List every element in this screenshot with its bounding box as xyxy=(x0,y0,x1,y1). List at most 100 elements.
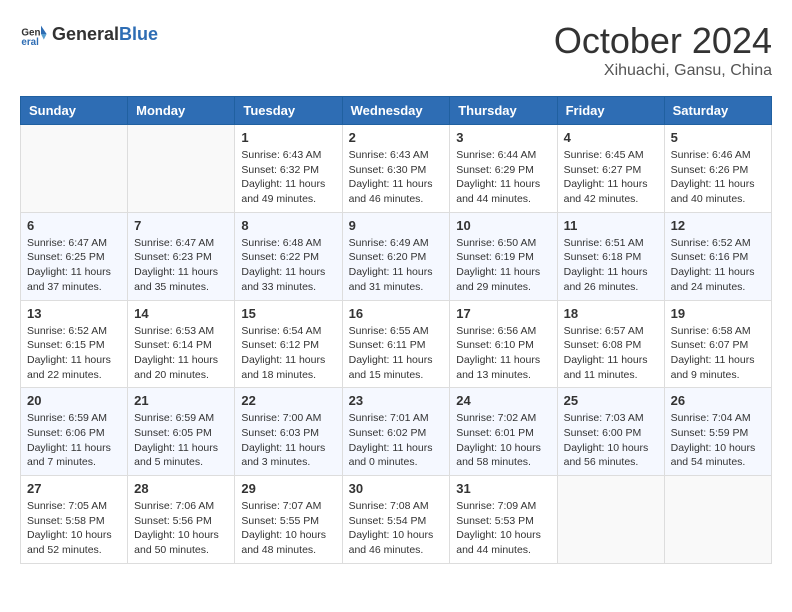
calendar-day-cell: 4 Sunrise: 6:45 AM Sunset: 6:27 PM Daylig… xyxy=(557,125,664,213)
calendar-week-row: 1 Sunrise: 6:43 AM Sunset: 6:32 PM Daylig… xyxy=(21,125,772,213)
day-number: 26 xyxy=(671,393,765,408)
day-number: 2 xyxy=(349,130,444,145)
calendar-day-cell: 28 Sunrise: 7:06 AM Sunset: 5:56 PM Dayli… xyxy=(128,476,235,564)
day-info: Sunrise: 7:02 AM Sunset: 6:01 PM Dayligh… xyxy=(456,411,550,470)
calendar-day-cell: 18 Sunrise: 6:57 AM Sunset: 6:08 PM Dayli… xyxy=(557,300,664,388)
day-info: Sunrise: 6:57 AM Sunset: 6:08 PM Dayligh… xyxy=(564,324,658,383)
day-info: Sunrise: 7:01 AM Sunset: 6:02 PM Dayligh… xyxy=(349,411,444,470)
logo-icon: Gen eral xyxy=(20,20,48,48)
calendar-day-cell: 12 Sunrise: 6:52 AM Sunset: 6:16 PM Dayli… xyxy=(664,212,771,300)
calendar-day-cell: 13Sunrise: 6:52 AM Sunset: 6:15 PM Dayli… xyxy=(21,300,128,388)
calendar-day-cell: 16 Sunrise: 6:55 AM Sunset: 6:11 PM Dayli… xyxy=(342,300,450,388)
day-info: Sunrise: 6:52 AM Sunset: 6:16 PM Dayligh… xyxy=(671,236,765,295)
calendar-week-row: 27 Sunrise: 7:05 AM Sunset: 5:58 PM Dayli… xyxy=(21,476,772,564)
logo-blue: Blue xyxy=(119,24,158,44)
day-info: Sunrise: 7:08 AM Sunset: 5:54 PM Dayligh… xyxy=(349,499,444,558)
day-number: 8 xyxy=(241,218,335,233)
calendar-day-cell: 22 Sunrise: 7:00 AM Sunset: 6:03 PM Dayli… xyxy=(235,388,342,476)
day-info: Sunrise: 6:48 AM Sunset: 6:22 PM Dayligh… xyxy=(241,236,335,295)
day-info: Sunrise: 6:49 AM Sunset: 6:20 PM Dayligh… xyxy=(349,236,444,295)
day-info: Sunrise: 6:52 AM Sunset: 6:15 PM Dayligh… xyxy=(27,324,121,383)
day-number: 22 xyxy=(241,393,335,408)
day-number: 14 xyxy=(134,306,228,321)
day-number: 6 xyxy=(27,218,121,233)
day-info: Sunrise: 6:50 AM Sunset: 6:19 PM Dayligh… xyxy=(456,236,550,295)
page-header: Gen eral GeneralBlue October 2024 Xihuac… xyxy=(20,20,772,80)
calendar-day-cell: 8 Sunrise: 6:48 AM Sunset: 6:22 PM Daylig… xyxy=(235,212,342,300)
day-number: 23 xyxy=(349,393,444,408)
day-number: 1 xyxy=(241,130,335,145)
calendar-day-cell: 6 Sunrise: 6:47 AM Sunset: 6:25 PM Daylig… xyxy=(21,212,128,300)
day-info: Sunrise: 6:53 AM Sunset: 6:14 PM Dayligh… xyxy=(134,324,228,383)
calendar-day-cell: 25Sunrise: 7:03 AM Sunset: 6:00 PM Dayli… xyxy=(557,388,664,476)
day-number: 28 xyxy=(134,481,228,496)
calendar-day-cell: 31Sunrise: 7:09 AM Sunset: 5:53 PM Dayli… xyxy=(450,476,557,564)
day-number: 7 xyxy=(134,218,228,233)
day-number: 11 xyxy=(564,218,658,233)
day-info: Sunrise: 7:04 AM Sunset: 5:59 PM Dayligh… xyxy=(671,411,765,470)
day-info: Sunrise: 6:44 AM Sunset: 6:29 PM Dayligh… xyxy=(456,148,550,207)
calendar-day-cell: 15 Sunrise: 6:54 AM Sunset: 6:12 PM Dayli… xyxy=(235,300,342,388)
day-number: 12 xyxy=(671,218,765,233)
header-monday: Monday xyxy=(128,97,235,125)
calendar-day-cell: 20Sunrise: 6:59 AM Sunset: 6:06 PM Dayli… xyxy=(21,388,128,476)
day-number: 3 xyxy=(456,130,550,145)
day-number: 31 xyxy=(456,481,550,496)
calendar-day-cell xyxy=(21,125,128,213)
day-number: 29 xyxy=(241,481,335,496)
day-info: Sunrise: 6:43 AM Sunset: 6:32 PM Dayligh… xyxy=(241,148,335,207)
day-number: 5 xyxy=(671,130,765,145)
calendar-day-cell xyxy=(557,476,664,564)
calendar-day-cell: 10 Sunrise: 6:50 AM Sunset: 6:19 PM Dayli… xyxy=(450,212,557,300)
location-title: Xihuachi, Gansu, China xyxy=(554,62,772,80)
day-info: Sunrise: 6:59 AM Sunset: 6:05 PM Dayligh… xyxy=(134,411,228,470)
calendar-day-cell: 29 Sunrise: 7:07 AM Sunset: 5:55 PM Dayli… xyxy=(235,476,342,564)
calendar-day-cell: 23 Sunrise: 7:01 AM Sunset: 6:02 PM Dayli… xyxy=(342,388,450,476)
calendar-day-cell: 7 Sunrise: 6:47 AM Sunset: 6:23 PM Daylig… xyxy=(128,212,235,300)
calendar-day-cell: 11Sunrise: 6:51 AM Sunset: 6:18 PM Dayli… xyxy=(557,212,664,300)
day-info: Sunrise: 6:54 AM Sunset: 6:12 PM Dayligh… xyxy=(241,324,335,383)
day-number: 4 xyxy=(564,130,658,145)
calendar-day-cell: 21 Sunrise: 6:59 AM Sunset: 6:05 PM Dayli… xyxy=(128,388,235,476)
calendar-day-cell: 30Sunrise: 7:08 AM Sunset: 5:54 PM Dayli… xyxy=(342,476,450,564)
day-number: 10 xyxy=(456,218,550,233)
day-number: 16 xyxy=(349,306,444,321)
title-area: October 2024 Xihuachi, Gansu, China xyxy=(554,20,772,80)
header-thursday: Thursday xyxy=(450,97,557,125)
day-info: Sunrise: 7:06 AM Sunset: 5:56 PM Dayligh… xyxy=(134,499,228,558)
calendar-day-cell: 5 Sunrise: 6:46 AM Sunset: 6:26 PM Daylig… xyxy=(664,125,771,213)
logo: Gen eral GeneralBlue xyxy=(20,20,158,48)
day-info: Sunrise: 6:45 AM Sunset: 6:27 PM Dayligh… xyxy=(564,148,658,207)
calendar-day-cell: 1 Sunrise: 6:43 AM Sunset: 6:32 PM Daylig… xyxy=(235,125,342,213)
calendar-day-cell xyxy=(128,125,235,213)
day-number: 19 xyxy=(671,306,765,321)
day-info: Sunrise: 6:55 AM Sunset: 6:11 PM Dayligh… xyxy=(349,324,444,383)
day-info: Sunrise: 6:56 AM Sunset: 6:10 PM Dayligh… xyxy=(456,324,550,383)
day-number: 15 xyxy=(241,306,335,321)
header-sunday: Sunday xyxy=(21,97,128,125)
day-info: Sunrise: 6:59 AM Sunset: 6:06 PM Dayligh… xyxy=(27,411,121,470)
day-info: Sunrise: 7:05 AM Sunset: 5:58 PM Dayligh… xyxy=(27,499,121,558)
day-number: 24 xyxy=(456,393,550,408)
calendar-day-cell xyxy=(664,476,771,564)
calendar-week-row: 13Sunrise: 6:52 AM Sunset: 6:15 PM Dayli… xyxy=(21,300,772,388)
header-tuesday: Tuesday xyxy=(235,97,342,125)
calendar-week-row: 20Sunrise: 6:59 AM Sunset: 6:06 PM Dayli… xyxy=(21,388,772,476)
day-number: 9 xyxy=(349,218,444,233)
calendar-week-row: 6 Sunrise: 6:47 AM Sunset: 6:25 PM Daylig… xyxy=(21,212,772,300)
calendar-day-cell: 26 Sunrise: 7:04 AM Sunset: 5:59 PM Dayli… xyxy=(664,388,771,476)
day-info: Sunrise: 6:47 AM Sunset: 6:23 PM Dayligh… xyxy=(134,236,228,295)
day-number: 18 xyxy=(564,306,658,321)
day-number: 27 xyxy=(27,481,121,496)
header-friday: Friday xyxy=(557,97,664,125)
day-info: Sunrise: 6:43 AM Sunset: 6:30 PM Dayligh… xyxy=(349,148,444,207)
day-number: 21 xyxy=(134,393,228,408)
header-wednesday: Wednesday xyxy=(342,97,450,125)
day-info: Sunrise: 6:46 AM Sunset: 6:26 PM Dayligh… xyxy=(671,148,765,207)
day-info: Sunrise: 6:47 AM Sunset: 6:25 PM Dayligh… xyxy=(27,236,121,295)
day-info: Sunrise: 7:07 AM Sunset: 5:55 PM Dayligh… xyxy=(241,499,335,558)
day-info: Sunrise: 6:58 AM Sunset: 6:07 PM Dayligh… xyxy=(671,324,765,383)
day-number: 25 xyxy=(564,393,658,408)
day-info: Sunrise: 7:00 AM Sunset: 6:03 PM Dayligh… xyxy=(241,411,335,470)
calendar-day-cell: 2 Sunrise: 6:43 AM Sunset: 6:30 PM Daylig… xyxy=(342,125,450,213)
